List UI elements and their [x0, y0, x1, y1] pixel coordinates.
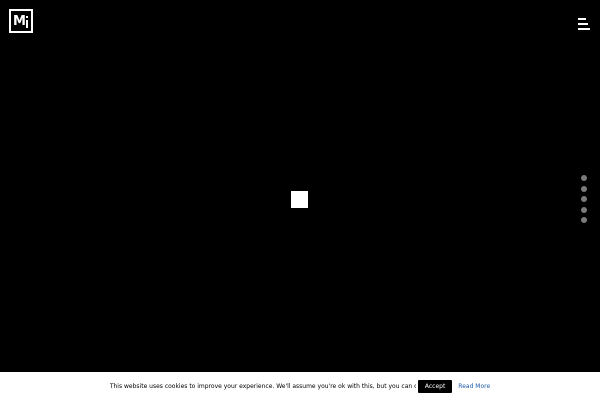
- section-nav-dot-4[interactable]: [581, 206, 587, 213]
- section-nav-dot-3[interactable]: [581, 196, 587, 202]
- menu-line: [578, 18, 586, 20]
- menu-line: [578, 28, 590, 30]
- accept-cookies-button[interactable]: Accept: [417, 379, 453, 393]
- section-nav-dot-2[interactable]: [581, 185, 587, 192]
- logo-i-dot: [26, 16, 28, 18]
- cookie-consent-bar: This website uses cookies to improve you…: [0, 372, 600, 400]
- read-more-link[interactable]: Read More: [458, 383, 490, 390]
- section-nav-dots: [581, 175, 587, 223]
- hamburger-menu-icon[interactable]: [578, 17, 592, 31]
- menu-line: [578, 23, 588, 25]
- logo-letter: M: [13, 14, 26, 29]
- section-nav-dot-5[interactable]: [581, 217, 587, 223]
- logo-i-stem: [26, 20, 28, 28]
- loading-square-icon: [291, 191, 308, 208]
- section-nav-dot-1[interactable]: [581, 175, 587, 181]
- site-logo[interactable]: M: [9, 9, 33, 33]
- cookie-message: This website uses cookies to improve you…: [109, 382, 416, 390]
